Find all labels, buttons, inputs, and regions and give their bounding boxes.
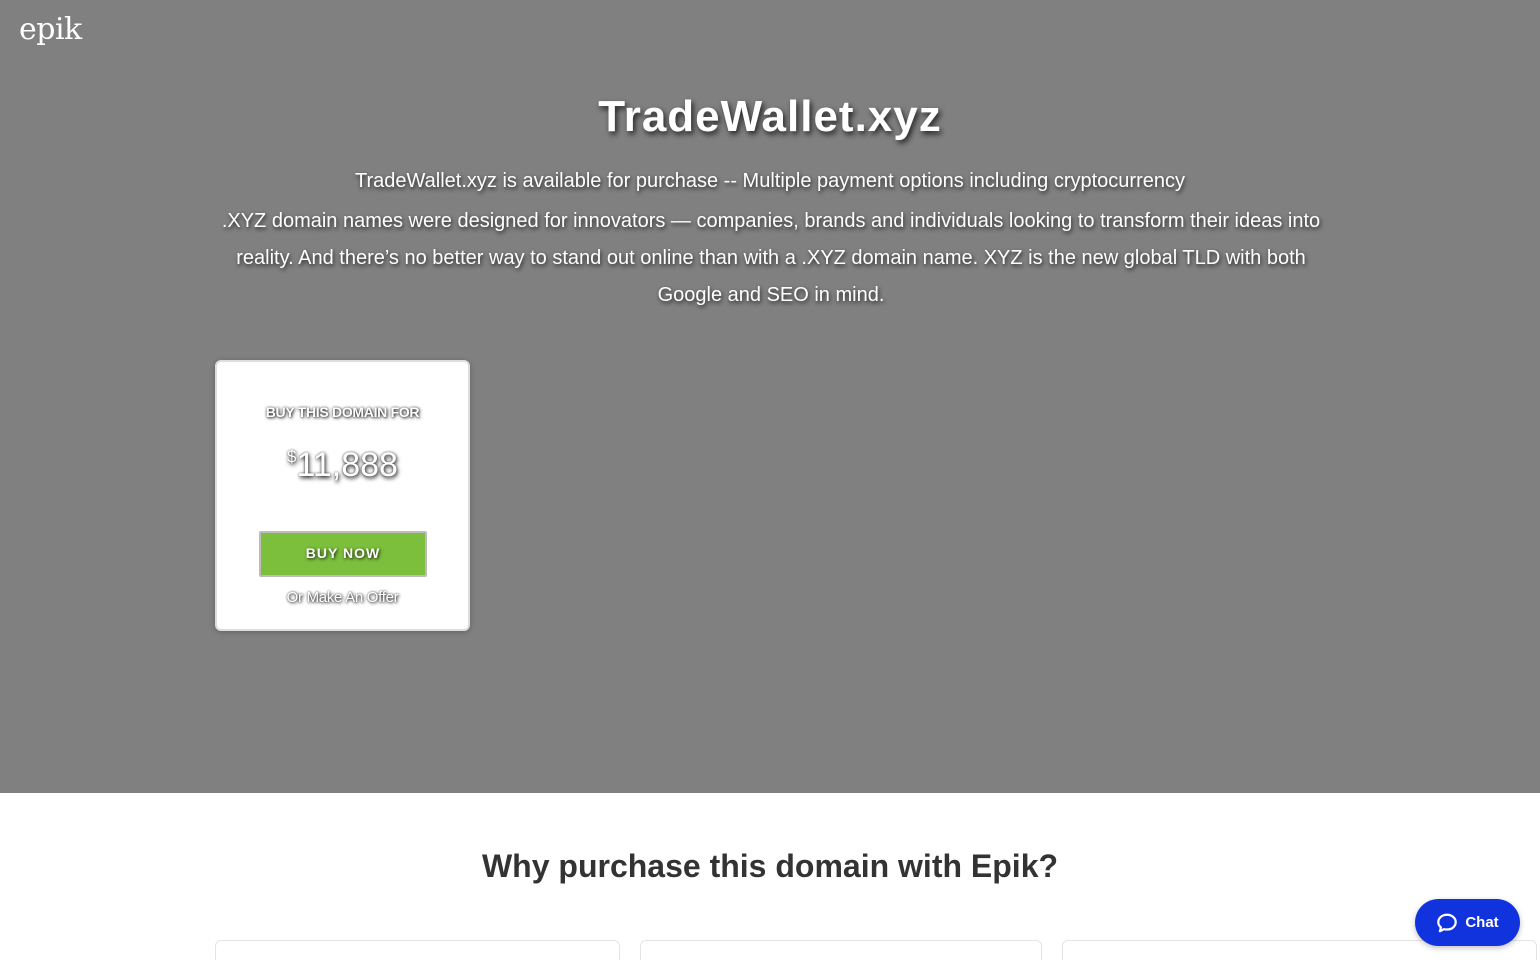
buy-now-button[interactable]: BUY NOW xyxy=(259,531,427,577)
domain-price: $11,888 xyxy=(217,446,468,485)
availability-tagline: TradeWallet.xyz is available for purchas… xyxy=(355,170,1185,192)
domain-title: TradeWallet.xyz xyxy=(598,92,942,141)
epik-logo[interactable]: epik xyxy=(19,12,82,47)
make-offer-link[interactable]: Or Make An Offer xyxy=(217,589,468,606)
chat-label: Chat xyxy=(1465,914,1499,931)
buy-label: BUY THIS DOMAIN FOR xyxy=(265,404,420,420)
why-purchase-heading: Why purchase this domain with Epik? xyxy=(481,848,1059,884)
chat-bubble-icon xyxy=(1436,912,1458,934)
hero-section: epik TradeWallet.xyz TradeWallet.xyz is … xyxy=(0,0,1540,793)
feature-card xyxy=(640,940,1042,960)
feature-card xyxy=(215,940,620,960)
currency-symbol: $ xyxy=(287,447,297,466)
chat-button[interactable]: Chat xyxy=(1415,899,1520,946)
tld-description: .XYZ domain names were designed for inno… xyxy=(221,210,1321,306)
price-amount: 11,888 xyxy=(296,446,398,484)
buy-domain-card: BUY THIS DOMAIN FOR $11,888 BUY NOW Or M… xyxy=(215,360,470,631)
